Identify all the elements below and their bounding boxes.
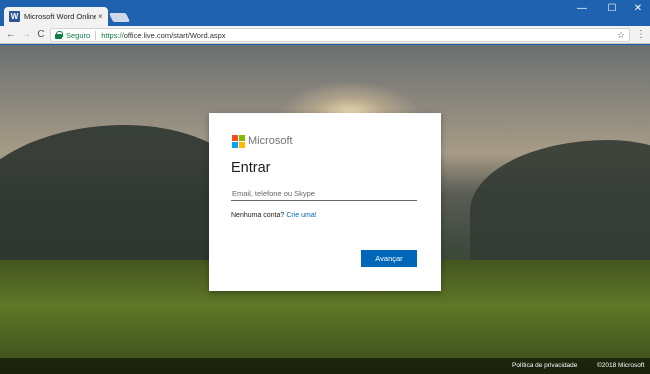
browser-menu-icon[interactable]: ⋮ bbox=[636, 29, 646, 41]
close-window-button[interactable]: ✕ bbox=[623, 0, 650, 18]
no-account-row: Nenhuma conta? Crie uma! bbox=[231, 211, 317, 220]
no-account-text: Nenhuma conta? bbox=[231, 212, 285, 219]
next-button[interactable]: Avançar bbox=[361, 250, 417, 267]
reload-icon[interactable]: C bbox=[34, 28, 48, 42]
browser-tab[interactable]: W Microsoft Word Online - × bbox=[4, 7, 108, 26]
bookmark-star-icon[interactable]: ☆ bbox=[617, 29, 625, 41]
word-favicon-icon: W bbox=[9, 11, 20, 22]
browser-titlebar: W Microsoft Word Online - × — ☐ ✕ bbox=[0, 0, 650, 26]
brand-name: Microsoft bbox=[248, 135, 293, 147]
signin-card: Microsoft Entrar Nenhuma conta?Crie uma!… bbox=[209, 113, 441, 291]
page-footer: Política de privacidade ©2018 Microsoft bbox=[0, 358, 650, 374]
omnibox-divider bbox=[95, 30, 97, 40]
back-arrow-icon[interactable]: ← bbox=[4, 28, 18, 42]
privacy-link[interactable]: Política de privacidade bbox=[512, 362, 577, 369]
copyright-text: ©2018 Microsoft bbox=[597, 362, 645, 369]
email-field[interactable] bbox=[231, 187, 417, 201]
tab-close-icon[interactable]: × bbox=[98, 12, 103, 21]
forward-arrow-icon[interactable]: → bbox=[19, 28, 33, 42]
lock-icon bbox=[55, 31, 63, 39]
create-account-link[interactable]: Crie uma! bbox=[286, 212, 316, 219]
secure-label: Seguro bbox=[66, 30, 91, 40]
new-tab-button[interactable] bbox=[108, 13, 131, 22]
address-bar[interactable]: Seguro https://office.live.com/start/Wor… bbox=[50, 28, 630, 42]
browser-toolbar: ← → C Seguro https://office.live.com/sta… bbox=[0, 26, 650, 44]
minimize-button[interactable]: — bbox=[567, 0, 597, 18]
url-scheme: https:// bbox=[101, 30, 124, 40]
microsoft-logo-icon bbox=[232, 135, 245, 148]
page-title: Entrar bbox=[231, 160, 271, 176]
tab-title: Microsoft Word Online - bbox=[24, 12, 96, 21]
url-text[interactable]: https://office.live.com/start/Word.aspx bbox=[101, 31, 225, 40]
mountain-right bbox=[470, 140, 650, 260]
url-path: office.live.com/start/Word.aspx bbox=[123, 30, 226, 40]
